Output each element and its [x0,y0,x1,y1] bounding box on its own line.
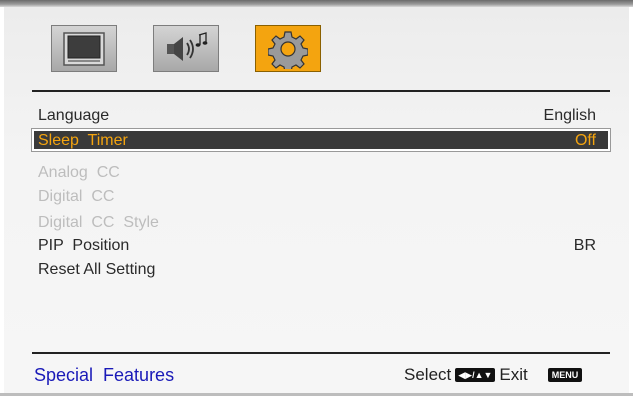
tv-icon [63,31,105,66]
menu-title: Special Features [34,365,175,385]
arrow-keys-icon: ◀▶/▲▼ [455,368,496,382]
menu-item-digital-cc: Digital CC [38,188,115,205]
divider-top [32,90,610,92]
tab-audio[interactable] [153,25,219,72]
pip-position-value: BR [573,237,596,254]
menu-item-reset-all[interactable]: Reset All Setting [38,260,155,279]
tab-setup[interactable] [255,25,321,72]
menu-item-language[interactable]: Language [38,106,109,125]
menu-key-icon: MENU [547,368,583,382]
select-label: Select [404,365,452,384]
speaker-music-icon [167,31,208,61]
top-bezel [0,0,633,7]
footer-hints: Select ◀▶/▲▼ Exit MENU [404,365,586,385]
menu-item-analog-cc: Analog CC [38,164,120,181]
menu-item-digital-cc-style: Digital CC Style [38,214,159,231]
language-value: English [543,107,596,124]
divider-bottom [32,352,610,354]
tab-picture[interactable] [51,25,117,72]
exit-label: Exit [499,365,528,384]
gear-icon [268,30,308,69]
menu-item-sleep-timer[interactable]: Sleep Timer [38,131,128,150]
sleep-timer-value: Off [574,132,596,149]
menu-item-pip-position[interactable]: PIP Position [38,236,129,255]
